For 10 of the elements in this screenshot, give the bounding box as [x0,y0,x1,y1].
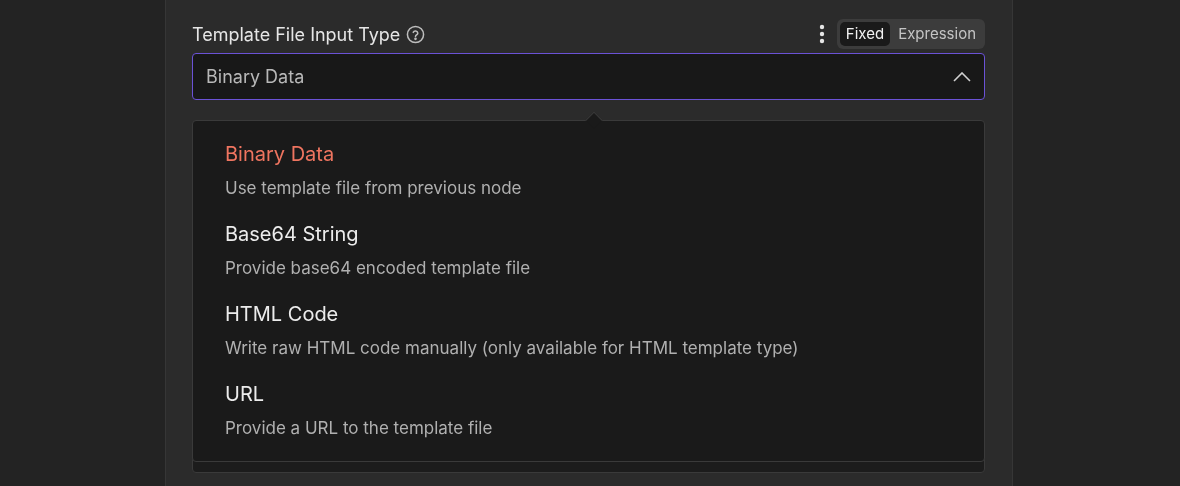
mode-tab[interactable]: Fixed [839,22,891,46]
select-field[interactable]: Binary Data [192,53,985,100]
help-icon[interactable] [406,24,426,44]
dropdown-option[interactable]: Binary Data Use template file from previous node [225,140,952,200]
field-label: Template File Input Type [192,22,401,47]
dropdown-option[interactable]: HTML Code Write raw HTML code manually (only available for HTML template type) [225,300,952,360]
dropdown-option[interactable]: URL Provide a URL to the template file [225,380,952,440]
mode-tab[interactable]: Expression [892,22,982,46]
more-options-icon[interactable] [818,24,825,44]
dropdown-option[interactable]: Base64 String Provide base64 encoded template file [225,220,952,280]
